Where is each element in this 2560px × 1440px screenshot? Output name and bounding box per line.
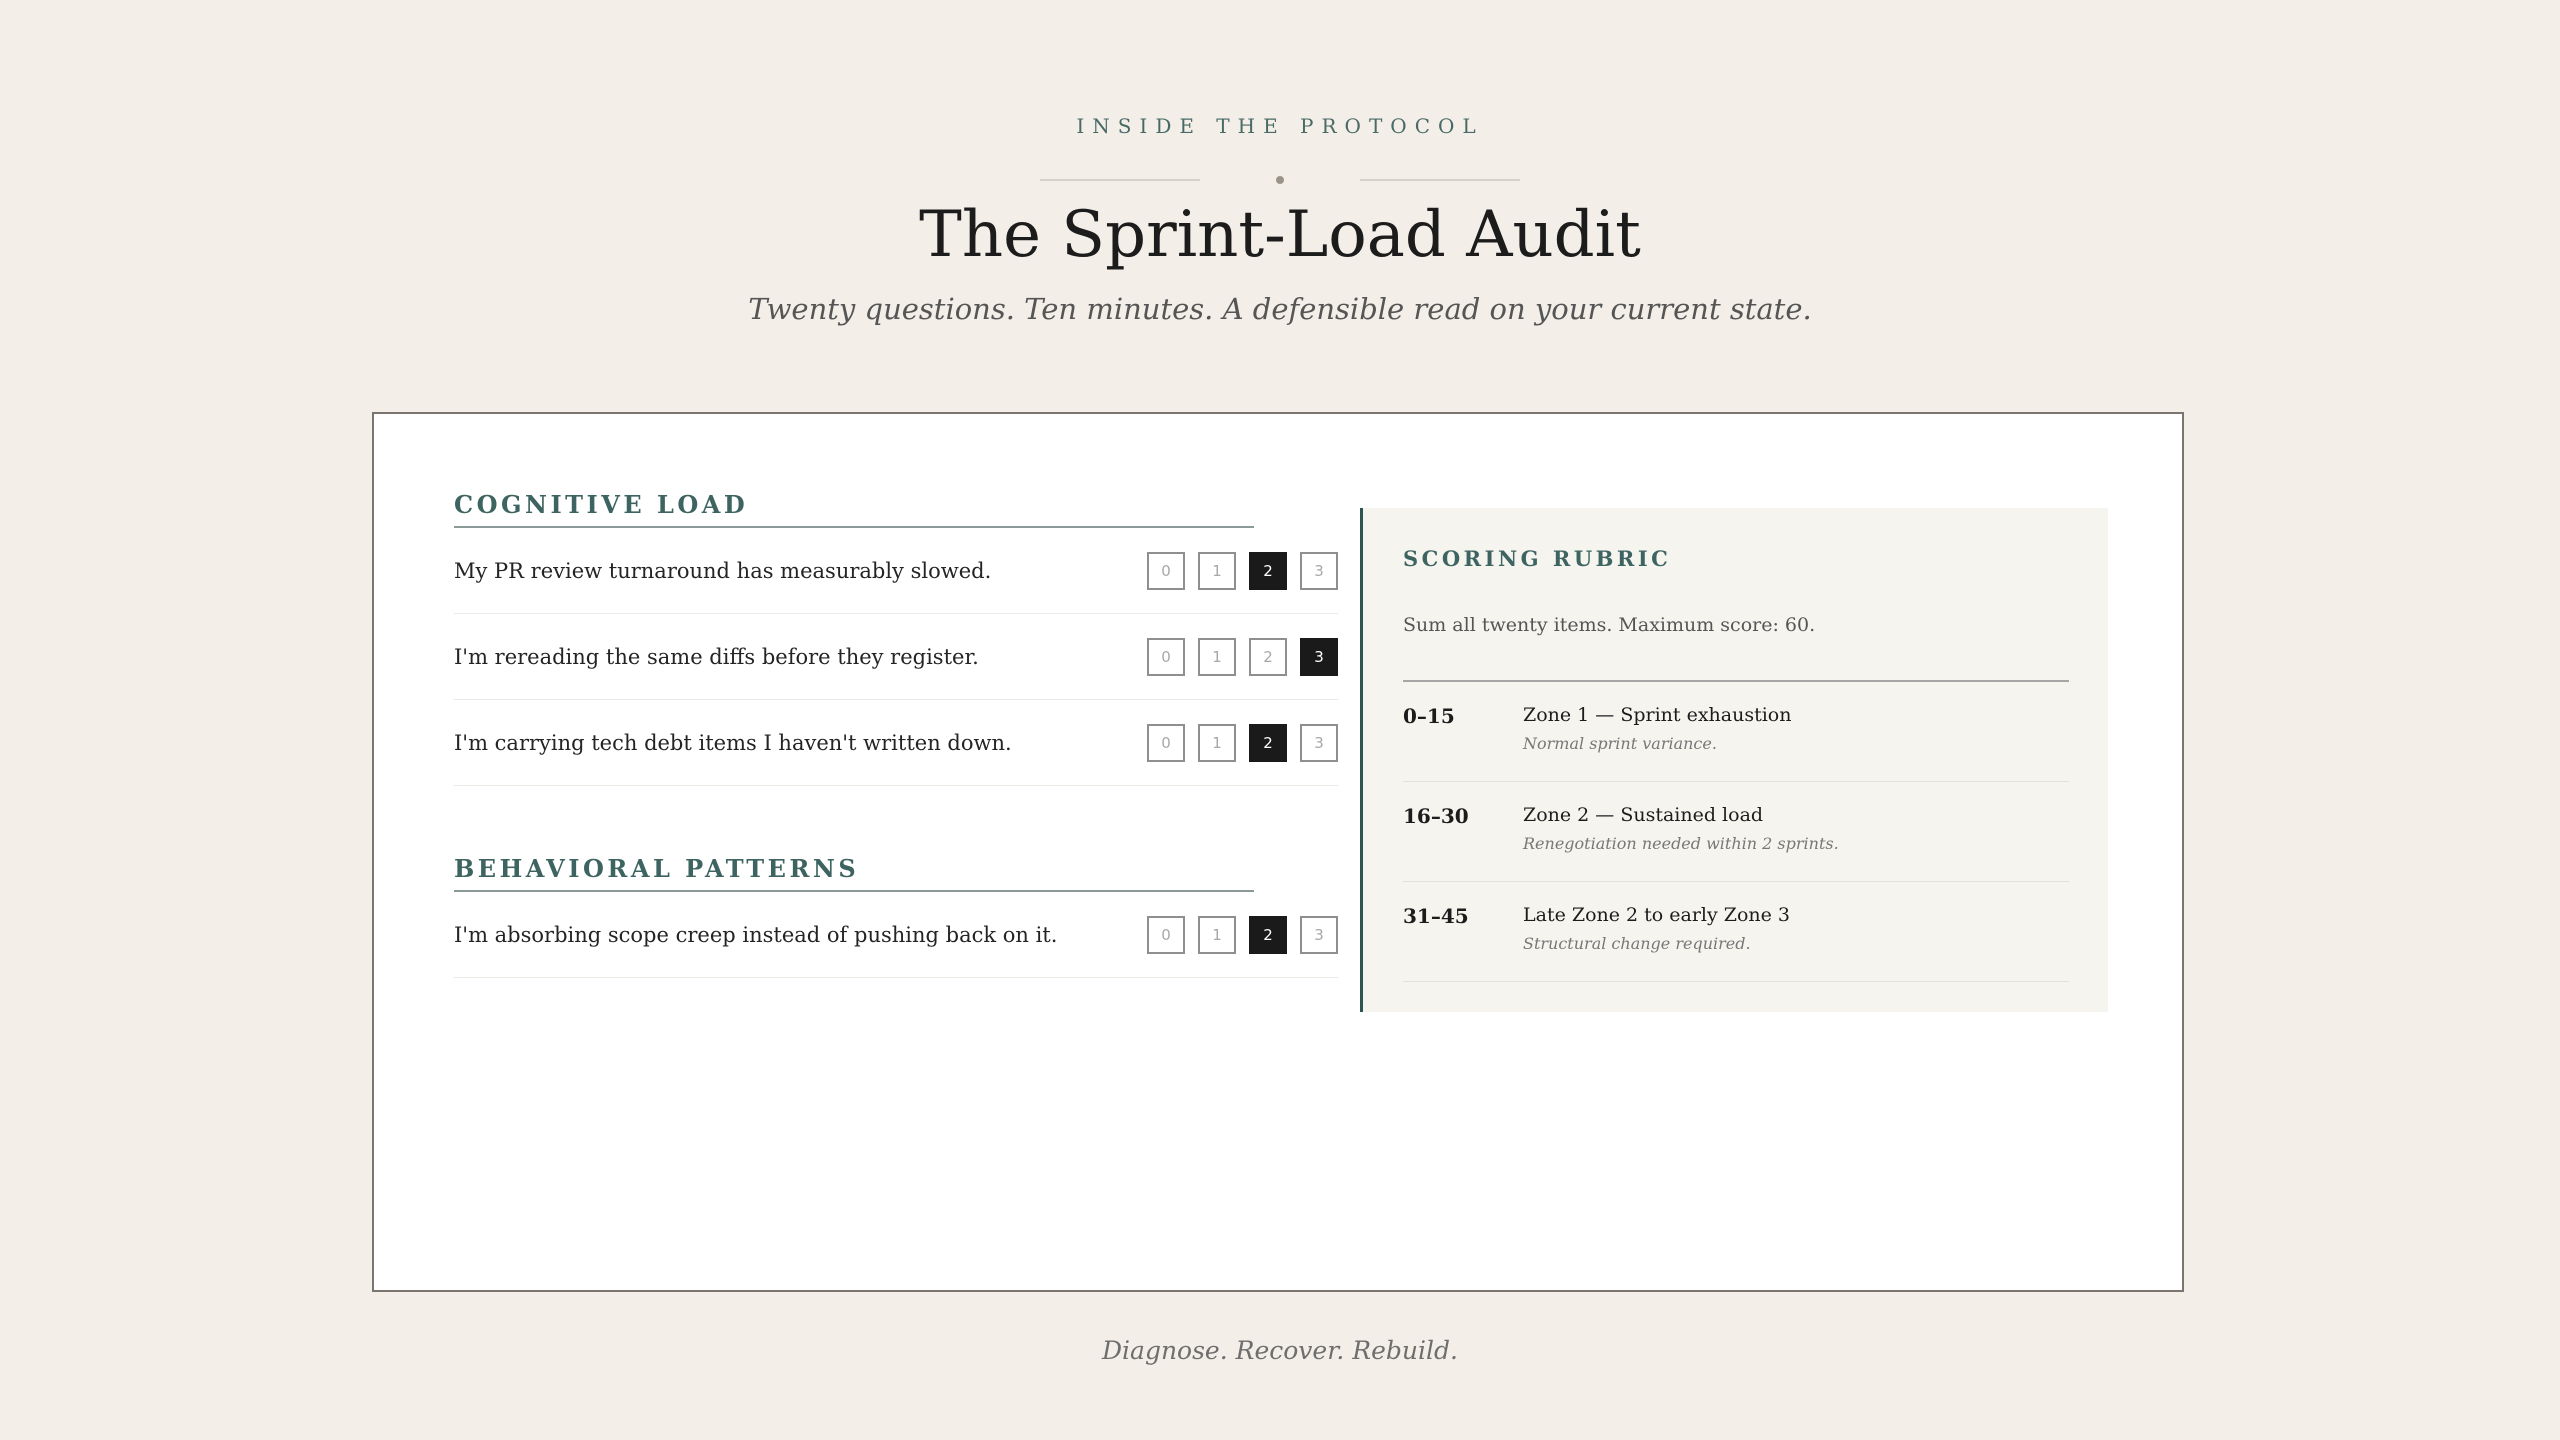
ornament-divider: [1040, 176, 1520, 184]
question-row: I'm rereading the same diffs before they…: [454, 614, 1338, 700]
score-options: 0 1 2 3: [1147, 723, 1338, 762]
questionnaire: COGNITIVE LOAD My PR review turnaround h…: [454, 484, 1338, 978]
question-text: I'm carrying tech debt items I haven't w…: [454, 730, 1012, 755]
score-option-2[interactable]: 2: [1249, 915, 1287, 954]
question-text: I'm rereading the same diffs before they…: [454, 644, 979, 669]
question-row: I'm carrying tech debt items I haven't w…: [454, 700, 1338, 786]
question-text: My PR review turnaround has measurably s…: [454, 558, 992, 583]
score-option-3[interactable]: 3: [1300, 637, 1338, 676]
zone-name: Zone 1 — Sprint exhaustion: [1523, 704, 1792, 726]
score-options: 0 1 2 3: [1147, 915, 1338, 954]
score-option-1[interactable]: 1: [1198, 637, 1236, 676]
scoring-rubric-panel: SCORING RUBRIC Sum all twenty items. Max…: [1360, 508, 2108, 1012]
score-option-0[interactable]: 0: [1147, 637, 1185, 676]
section-behavioral-patterns: BEHAVIORAL PATTERNS I'm absorbing scope …: [454, 848, 1338, 978]
score-option-0[interactable]: 0: [1147, 551, 1185, 590]
score-option-2[interactable]: 2: [1249, 637, 1287, 676]
score-options: 0 1 2 3: [1147, 551, 1338, 590]
score-option-1[interactable]: 1: [1198, 551, 1236, 590]
score-option-3[interactable]: 3: [1300, 551, 1338, 590]
section-title: COGNITIVE LOAD: [454, 484, 1254, 528]
audit-card: COGNITIVE LOAD My PR review turnaround h…: [372, 412, 2184, 1292]
section-title: BEHAVIORAL PATTERNS: [454, 848, 1254, 892]
eyebrow-label: INSIDE THE PROTOCOL: [1076, 114, 1484, 138]
rubric-zone-row: 31–45 Late Zone 2 to early Zone 3 Struct…: [1403, 882, 2069, 982]
zone-description: Normal sprint variance.: [1523, 734, 1717, 753]
zone-range: 16–30: [1403, 804, 1469, 828]
score-options: 0 1 2 3: [1147, 637, 1338, 676]
page-subtitle: Twenty questions. Ten minutes. A defensi…: [748, 292, 1812, 326]
rubric-zone-row: 16–30 Zone 2 — Sustained load Renegotiat…: [1403, 782, 2069, 882]
page-title: The Sprint-Load Audit: [919, 198, 1641, 272]
divider-line-left: [1040, 179, 1200, 181]
zone-range: 0–15: [1403, 704, 1455, 728]
score-option-0[interactable]: 0: [1147, 915, 1185, 954]
rubric-zone-row: 0–15 Zone 1 — Sprint exhaustion Normal s…: [1403, 682, 2069, 782]
score-option-1[interactable]: 1: [1198, 915, 1236, 954]
question-text: I'm absorbing scope creep instead of pus…: [454, 922, 1058, 947]
zone-description: Structural change required.: [1523, 934, 1751, 953]
score-option-3[interactable]: 3: [1300, 723, 1338, 762]
footer-tagline: Diagnose. Recover. Rebuild.: [1102, 1336, 1458, 1365]
zone-name: Zone 2 — Sustained load: [1523, 804, 1764, 826]
zone-description: Renegotiation needed within 2 sprints.: [1523, 834, 1839, 853]
score-option-1[interactable]: 1: [1198, 723, 1236, 762]
divider-line-right: [1360, 179, 1520, 181]
question-row: My PR review turnaround has measurably s…: [454, 528, 1338, 614]
question-row: I'm absorbing scope creep instead of pus…: [454, 892, 1338, 978]
rubric-title: SCORING RUBRIC: [1403, 546, 1672, 571]
rubric-note: Sum all twenty items. Maximum score: 60.: [1403, 614, 1816, 636]
zone-name: Late Zone 2 to early Zone 3: [1523, 904, 1791, 926]
score-option-0[interactable]: 0: [1147, 723, 1185, 762]
score-option-3[interactable]: 3: [1300, 915, 1338, 954]
section-cognitive-load: COGNITIVE LOAD My PR review turnaround h…: [454, 484, 1338, 786]
score-option-2[interactable]: 2: [1249, 551, 1287, 590]
zone-range: 31–45: [1403, 904, 1469, 928]
rubric-table: 0–15 Zone 1 — Sprint exhaustion Normal s…: [1403, 680, 2069, 982]
divider-dot-icon: [1276, 176, 1284, 184]
score-option-2[interactable]: 2: [1249, 723, 1287, 762]
